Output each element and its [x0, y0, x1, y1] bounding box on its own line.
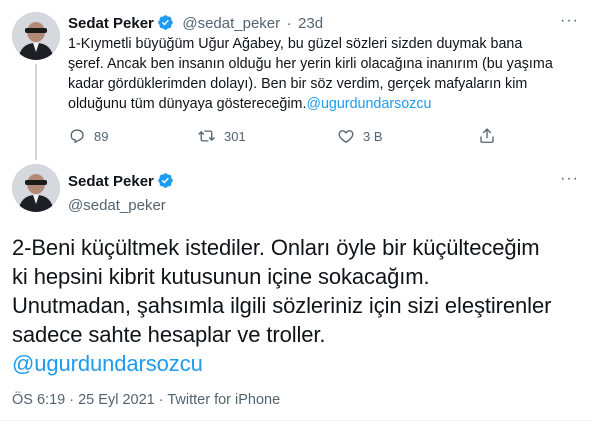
more-icon[interactable]: ··· [560, 170, 579, 188]
verified-badge-icon [157, 172, 174, 194]
tweet-text-line: olduğunu tüm dünyaya göstereceğim.@ugurd… [68, 94, 578, 114]
tweet-text-line: kadar gördüklerimden dolayı). Ben bir sö… [68, 76, 528, 92]
retweet-button[interactable]: 301 [197, 127, 246, 145]
tweet-text-line: Unutmadan, şahsımla ilgili sözleriniz iç… [12, 293, 552, 318]
tweet-text-line: şeref. Ancak ben insanın olduğu her yeri… [68, 56, 553, 72]
tweet-source[interactable]: Twitter for iPhone [167, 392, 280, 408]
separator: · [286, 15, 292, 32]
timestamp[interactable]: 23d [298, 15, 323, 32]
tweet-text-line: sadece sahte hesaplar ve troller. [12, 322, 326, 347]
tweet-time[interactable]: ÖS 6:19 [12, 392, 65, 408]
like-count: 3 B [363, 128, 383, 144]
handle[interactable]: @sedat_peker [68, 197, 174, 214]
share-icon [480, 128, 494, 143]
avatar-image [12, 164, 60, 212]
like-button[interactable]: 3 B [337, 127, 383, 145]
avatar[interactable] [12, 12, 60, 60]
share-button[interactable] [478, 126, 496, 145]
tweet1-header: Sedat Peker @sedat_peker · 23d [68, 14, 323, 36]
like-icon [338, 130, 354, 144]
avatar-image [12, 12, 60, 60]
more-icon[interactable]: ··· [560, 12, 579, 30]
retweet-count: 301 [224, 128, 246, 144]
thread-connector-line [35, 64, 37, 160]
display-name[interactable]: Sedat Peker [68, 173, 154, 190]
tweet2-meta: ÖS 6:19 · 25 Eyl 2021 · Twitter for iPho… [12, 392, 280, 408]
tweet-text-line: 2-Beni küçültmek istediler. Onları öyle … [12, 235, 540, 260]
tweet2-text: 2-Beni küçültmek istediler. Onları öyle … [12, 233, 582, 378]
display-name[interactable]: Sedat Peker [68, 15, 154, 32]
reply-icon [70, 129, 84, 144]
mention-link[interactable]: @ugurdundarsozcu [12, 349, 582, 378]
mention-link[interactable]: @ugurdundarsozcu [306, 96, 431, 112]
tweet-date[interactable]: 25 Eyl 2021 [78, 392, 155, 408]
tweet2-author: Sedat Peker @sedat_peker [68, 172, 174, 214]
separator: · [69, 392, 75, 408]
reply-button[interactable]: 89 [68, 127, 108, 145]
avatar[interactable] [12, 164, 60, 212]
tweet-text-segment: olduğunu tüm dünyaya göstereceğim. [68, 96, 307, 112]
retweet-icon [198, 130, 215, 142]
tweet1-text: 1-Kıymetli büyüğüm Uğur Ağabey, bu güzel… [68, 34, 578, 114]
tweet-text-line: ki hepsini kibrit kutusunun içine sokaca… [12, 264, 430, 289]
tweet-text-line: 1-Kıymetli büyüğüm Uğur Ağabey, bu güzel… [68, 36, 523, 52]
divider [0, 420, 591, 421]
verified-badge-icon [157, 14, 174, 36]
handle[interactable]: @sedat_peker [182, 15, 280, 32]
reply-count: 89 [94, 128, 109, 144]
separator: · [158, 392, 164, 408]
